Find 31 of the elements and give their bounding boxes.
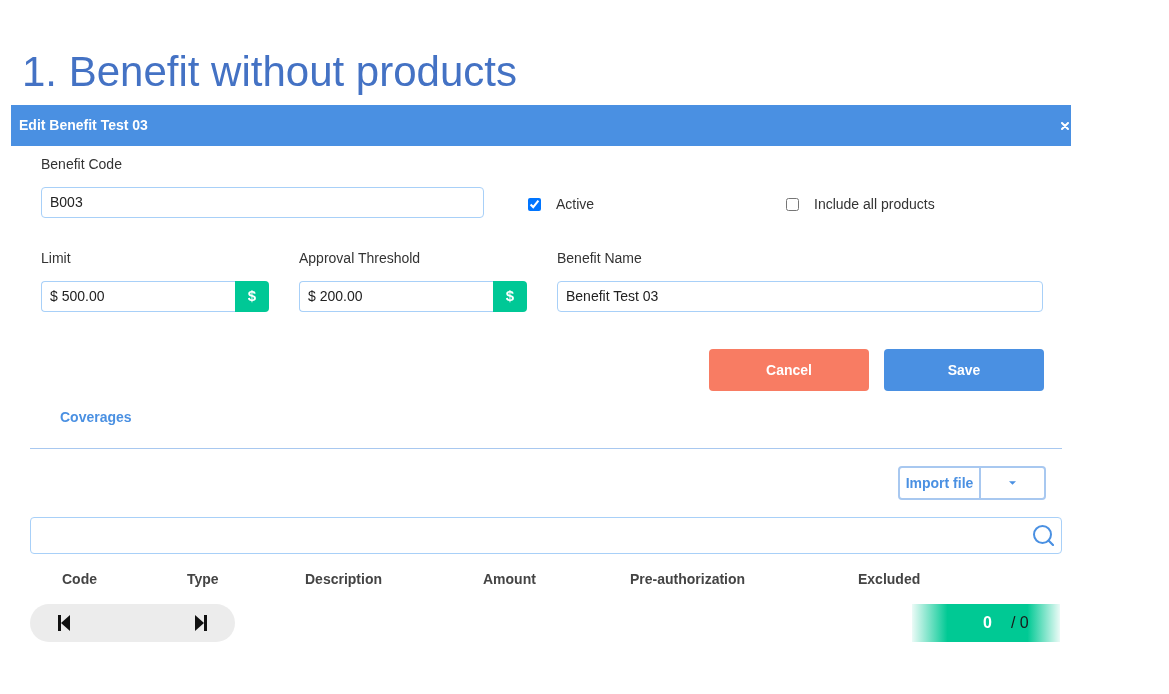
search-icon[interactable] (1033, 525, 1054, 546)
currency-addon: $ (493, 281, 527, 312)
column-header: Type (187, 570, 219, 589)
current-page: 0 (983, 613, 992, 633)
last-page-icon[interactable] (195, 615, 207, 631)
checkbox-label: Include all products (814, 196, 935, 212)
column-header: Pre-authorization (630, 570, 746, 589)
column-header: Amount (483, 570, 536, 589)
search-field[interactable] (30, 517, 1062, 554)
column-header: Code (62, 570, 97, 589)
slide-title: 1. Benefit without products (22, 47, 517, 97)
field-label: Benefit Code (41, 156, 123, 172)
dropdown-toggle-button[interactable] (981, 466, 1046, 500)
page-total: / 0 (1010, 613, 1029, 633)
amount-field[interactable]: $ 500.00 (41, 281, 235, 312)
column-header: Description (305, 570, 382, 589)
first-page-icon[interactable] (58, 615, 70, 631)
checkbox[interactable] (786, 197, 799, 211)
currency-addon: $ (235, 281, 269, 312)
field-label: Approval Threshold (299, 250, 422, 266)
benefit-code-field[interactable]: B003 (41, 187, 484, 218)
benefit-name-field[interactable]: Benefit Test 03 (557, 281, 1043, 312)
dialog-title: Edit Benefit Test 03 (19, 116, 148, 135)
field-label: Limit (41, 250, 72, 266)
checkbox-label: Active (556, 196, 595, 212)
caret-icon (1009, 481, 1016, 485)
amount-field[interactable]: $ 200.00 (299, 281, 493, 312)
close-icon[interactable] (1061, 121, 1069, 130)
column-header: Excluded (858, 570, 921, 589)
field-label: Benefit Name (557, 250, 643, 266)
checkbox[interactable] (528, 197, 541, 211)
